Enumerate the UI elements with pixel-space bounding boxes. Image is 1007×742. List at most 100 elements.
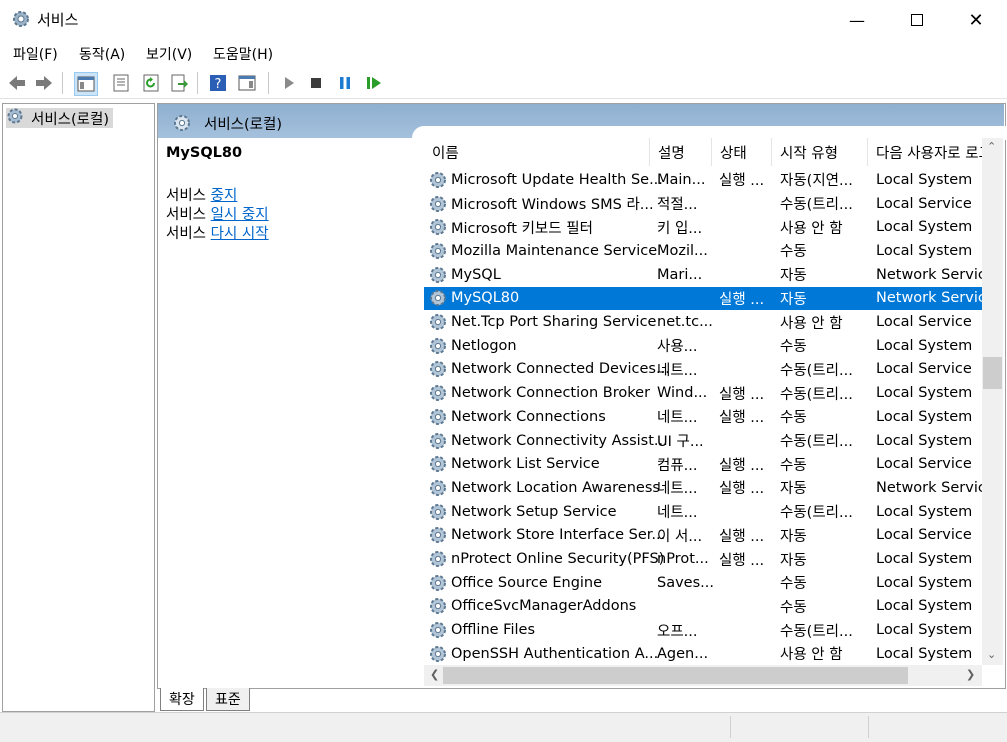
minimize-button[interactable]: — [834,0,880,40]
cell-startup-type: 자동 [780,481,807,498]
column-header-log-on-as[interactable]: 다음 사용자로 로그온 [868,138,982,166]
pause-service-link[interactable]: 일시 중지 [211,207,269,223]
table-row[interactable]: Network Location Awareness 네트... 실행 ... 자동 N… [424,476,982,500]
cell-log-on-as: Local Service [876,527,972,544]
maximize-button[interactable] [894,0,940,40]
start-service-button[interactable] [278,72,300,94]
table-row[interactable]: Mozilla Maintenance Service Mozil... 수동 Loc… [424,239,982,263]
table-row[interactable]: Microsoft Update Health Se... Main... 실행 .… [424,168,982,192]
table-row[interactable]: Network Setup Service 네트... 수동(트리... Local … [424,500,982,524]
export-icon [171,74,188,92]
action-pane-icon [238,75,256,91]
stop-service-link[interactable]: 중지 [211,188,238,204]
service-gear-icon [428,334,448,358]
show-hide-console-tree-button[interactable] [74,72,98,96]
service-gear-icon [428,287,448,311]
scroll-right-icon[interactable]: ❯ [966,668,975,681]
table-row[interactable]: Office Source Engine Saves... 수동 Local Syst… [424,571,982,595]
table-row[interactable]: Network List Service 컴퓨... 실행 ... 수동 Local S… [424,452,982,476]
sort-ascending-icon: ^ [532,138,540,143]
cell-startup-type: 수동(트리... [780,386,853,403]
table-row[interactable]: OfficeSvcManagerAddons 수동 Local System [424,595,982,619]
line-prefix: 서비스 [166,226,207,242]
cell-description: 네트... [657,481,698,498]
scroll-left-icon[interactable]: ❮ [430,668,439,681]
cell-description: 네트... [657,362,698,379]
table-row[interactable]: Network Connected Devices... 네트... 수동(트리..… [424,358,982,382]
column-header-status[interactable]: 상태 [712,138,772,166]
vertical-scrollbar[interactable] [982,138,1003,665]
stop-service-line: 서비스 중지 [166,184,237,205]
service-gear-icon [428,263,448,287]
table-row[interactable]: Offline Files 오프... 수동(트리... Local System [424,618,982,642]
svg-text:?: ? [215,77,222,92]
pause-service-button[interactable] [334,72,356,94]
table-row[interactable]: Microsoft Windows SMS 라... 적절... 수동(트리... L… [424,192,982,216]
table-row[interactable]: Network Store Interface Ser... 이 서... 실행 .… [424,524,982,548]
column-header-startup-type[interactable]: 시작 유형 [772,138,868,166]
refresh-button[interactable] [140,72,162,94]
cell-log-on-as: Local System [876,503,973,520]
cell-log-on-as: Local System [876,408,973,425]
table-row[interactable]: Microsoft 키보드 필터 키 입... 사용 안 함 Local System [424,215,982,239]
table-row[interactable]: OpenSSH Authentication A... Agen... 사용 안 함… [424,642,982,665]
cell-description: 적절... [657,197,698,214]
close-button[interactable]: ✕ [953,0,999,40]
table-row[interactable]: nProtect Online Security(PFS) nProt... 실행 … [424,547,982,571]
horizontal-scroll-thumb[interactable] [443,667,908,684]
gear-icon [6,107,24,129]
restart-service-link[interactable]: 다시 시작 [211,226,269,242]
pane-header-title: 서비스(로컬) [204,117,283,133]
cell-log-on-as: Network Service [876,479,982,496]
show-action-pane-button[interactable] [236,72,258,94]
maximize-icon [911,14,923,26]
table-row[interactable]: Net.Tcp Port Sharing Service net.tc... 사용 … [424,310,982,334]
cell-status: 실행 ... [719,291,765,308]
cell-log-on-as: Local System [876,551,973,568]
table-row[interactable]: Network Connections 네트... 실행 ... 수동 Local Sy… [424,405,982,429]
menu-file[interactable]: 파일(F) [13,44,58,64]
cell-startup-type: 사용 안 함 [780,315,843,332]
table-row[interactable]: MySQL80 실행 ... 자동 Network Service [424,286,982,311]
properties-icon [113,74,129,92]
cell-description: Saves... [657,574,714,591]
tab-standard[interactable]: 표준 [206,688,250,711]
column-header-description[interactable]: 설명 [650,138,712,166]
cell-startup-type: 자동 [780,291,807,308]
cell-name: Office Source Engine [451,574,603,591]
view-tabs [157,687,1007,711]
cell-description: 이 서... [657,528,703,545]
properties-button[interactable] [110,72,132,94]
line-prefix: 서비스 [166,207,207,223]
cell-startup-type: 수동(트리... [780,197,853,214]
console-tree [2,103,155,712]
table-row[interactable]: Network Connectivity Assist... UI 구... 수동(… [424,429,982,453]
table-row[interactable]: Network Connection Broker Wind... 실행 ... 수동… [424,381,982,405]
pause-service-line: 서비스 일시 중지 [166,203,269,224]
back-button[interactable] [6,72,28,94]
help-button[interactable]: ? [207,72,229,94]
cell-description: Agen... [657,645,709,662]
cell-log-on-as: Local System [876,219,973,236]
service-gear-icon [428,642,448,665]
menu-help[interactable]: 도움말(H) [213,44,273,64]
scroll-down-icon[interactable]: ⌄ [987,648,996,661]
column-header-name[interactable]: 이름 ^ [424,138,650,166]
table-row[interactable]: MySQL Mari... 자동 Network Service [424,263,982,287]
menu-action[interactable]: 동작(A) [79,44,125,64]
stop-service-button[interactable] [305,72,327,94]
forward-button[interactable] [33,72,55,94]
scroll-up-icon[interactable]: ⌃ [987,140,996,153]
export-list-button[interactable] [168,72,190,94]
refresh-icon [143,74,159,92]
tab-extended[interactable]: 확장 [160,688,204,711]
menu-view[interactable]: 보기(V) [146,44,192,64]
tree-item-services-local[interactable]: 서비스(로컬) [6,107,114,129]
cell-status: 실행 ... [719,481,765,498]
table-row[interactable]: Netlogon 사용... 수동 Local System [424,334,982,358]
cell-status: 실행 ... [719,386,765,403]
toolbar-separator [62,72,63,94]
service-gear-icon [428,571,448,595]
vertical-scroll-thumb[interactable] [983,357,1002,389]
restart-service-button[interactable] [363,72,385,94]
